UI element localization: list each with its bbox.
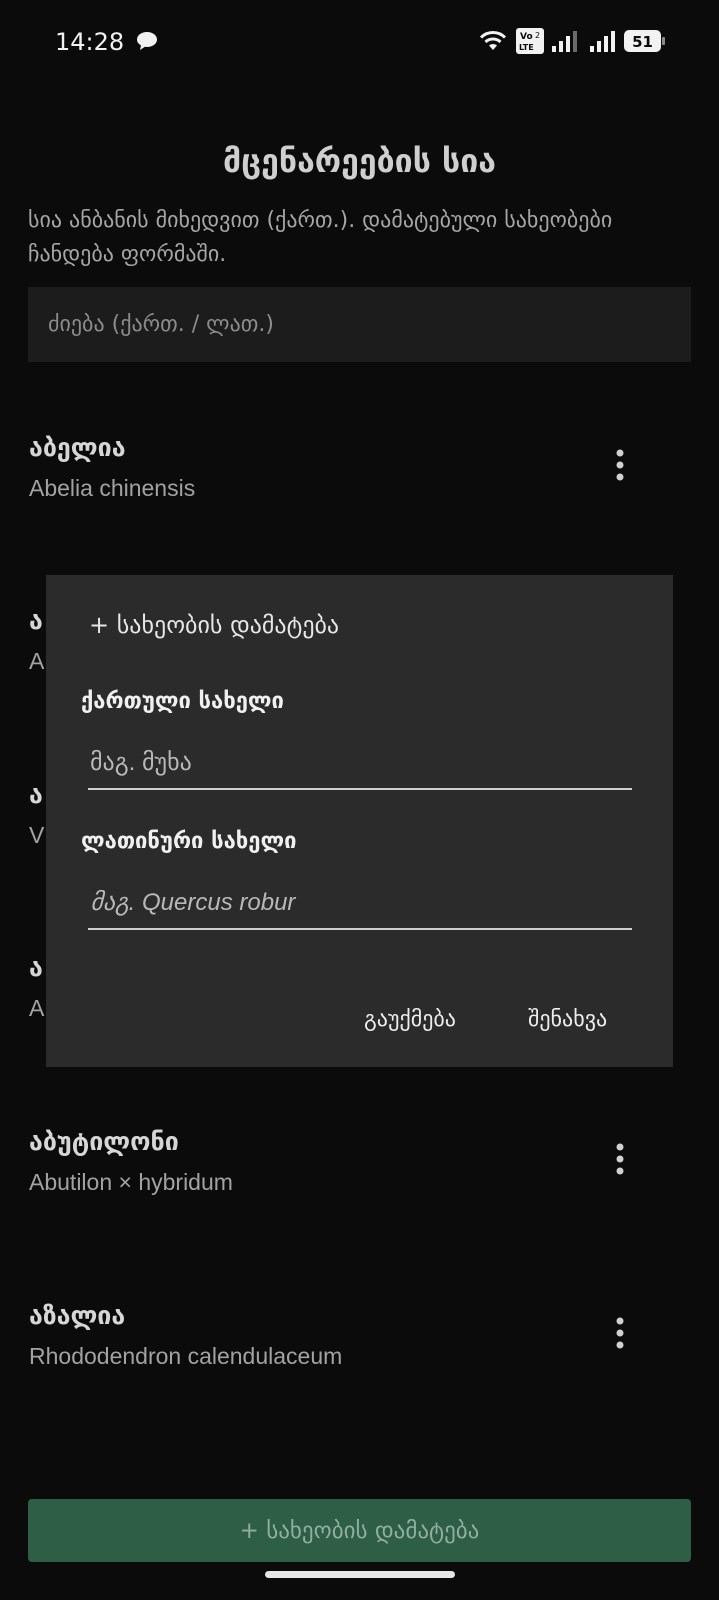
battery-icon: 51 [624,30,666,52]
chat-bubble-icon [137,32,157,50]
navigation-handle[interactable] [265,1571,455,1578]
plant-latin-name: V [29,822,45,848]
plant-latin-name: A [29,648,45,674]
plant-name: ა [29,606,43,635]
search-box [28,287,691,362]
list-item[interactable]: აბუტილონი Abutilon × hybridum [0,1127,719,1247]
add-species-dialog: + სახეობის დამატება ქართული სახელი ლათინ… [46,575,673,1067]
signal-icon [590,31,615,52]
svg-text:Vo: Vo [520,32,533,42]
search-input[interactable] [28,287,691,362]
page-subtitle: სია ანბანის მიხედვით (ქართ.). დამატებული… [28,208,613,267]
plant-name: აზალია [29,1301,126,1330]
plant-name: აბელია [29,433,126,462]
georgian-name-label: ქართული სახელი [81,689,284,714]
svg-text:LTE: LTE [519,43,534,52]
cancel-button[interactable]: გაუქმება [364,1007,456,1032]
plant-latin-name: Rhododendron calendulaceum [29,1343,343,1369]
wifi-icon [479,31,507,50]
more-vert-icon[interactable] [608,447,632,483]
battery-level: 51 [632,33,653,51]
plant-list-screen: 14:28 Vo 2 LTE 51 მცენარეების სია სია ან… [0,0,719,1600]
plant-name: აბუტილონი [29,1127,179,1156]
plant-latin-name: Abelia chinensis [29,475,196,501]
volte-icon: Vo 2 LTE [516,28,544,54]
signal-icon [552,31,577,52]
latin-name-field[interactable] [88,878,632,930]
plant-name: ა [29,780,43,809]
add-species-button[interactable]: + სახეობის დამატება [28,1499,691,1562]
svg-text:2: 2 [535,31,540,40]
plant-latin-name: Abutilon × hybridum [29,1169,233,1195]
plant-latin-name: A [29,995,45,1021]
dialog-title: + სახეობის დამატება [89,611,340,639]
status-time: 14:28 [55,28,125,56]
latin-name-label: ლათინური სახელი [81,829,297,854]
list-item[interactable]: აბელია Abelia chinensis [0,433,719,553]
list-item[interactable]: აზალია Rhododendron calendulaceum [0,1301,719,1421]
more-vert-icon[interactable] [608,1315,632,1351]
more-vert-icon[interactable] [608,1141,632,1177]
status-bar: 14:28 Vo 2 LTE 51 [0,0,719,84]
save-button[interactable]: შენახვა [528,1007,607,1032]
plant-name: ა [29,953,43,982]
page-title: მცენარეების სია [223,142,496,180]
georgian-name-field[interactable] [88,738,632,790]
